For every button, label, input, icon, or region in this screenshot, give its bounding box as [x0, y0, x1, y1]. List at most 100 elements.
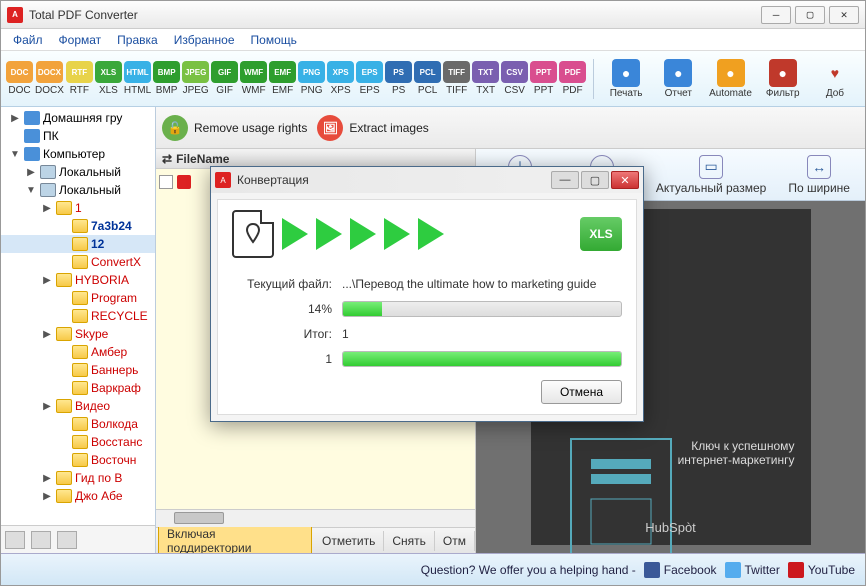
tree-label: ПК — [43, 129, 59, 143]
tab-uncheck[interactable]: Снять — [384, 531, 435, 551]
youtube-icon — [788, 562, 804, 578]
checkbox-icon[interactable] — [159, 175, 173, 189]
tree-node[interactable]: Волкода — [1, 415, 155, 433]
tree-node[interactable]: 12 — [1, 235, 155, 253]
extract-images-button[interactable]: 🖼 Extract images — [317, 115, 428, 141]
tree-node[interactable]: ▶Локальный — [1, 163, 155, 181]
format-rtf[interactable]: RTFRTF — [66, 61, 93, 96]
format-png[interactable]: PNGPNG — [298, 61, 325, 96]
horizontal-scrollbar[interactable] — [156, 509, 475, 527]
format-badge-icon: PNG — [298, 61, 325, 83]
format-ps[interactable]: PSPS — [385, 61, 412, 96]
tree-node[interactable]: ▶Гид по В — [1, 469, 155, 487]
app-icon: A — [7, 7, 23, 23]
tool-печать[interactable]: ●Печать — [602, 59, 650, 99]
tool-фильтр[interactable]: ●Фильтр — [759, 59, 807, 99]
format-html[interactable]: HTMLHTML — [124, 61, 151, 96]
format-jpeg[interactable]: JPEGJPEG — [182, 61, 209, 96]
format-csv[interactable]: CSVCSV — [501, 61, 528, 96]
actual-size-icon: ▭ — [699, 155, 723, 179]
expand-icon[interactable]: ▶ — [41, 401, 53, 412]
tree-body[interactable]: ▶Домашняя гру ПК ▼ Компьютер ▶Локальный▼Лока… — [1, 107, 155, 525]
expand-icon[interactable]: ▶ — [41, 491, 53, 502]
tree-node[interactable]: ConvertX — [1, 253, 155, 271]
actual-size-button[interactable]: ▭Актуальный размер — [656, 155, 766, 195]
format-bmp[interactable]: BMPBMP — [153, 61, 180, 96]
format-doc[interactable]: DOCDOC — [6, 61, 33, 96]
menu-favorites[interactable]: Избранное — [166, 31, 243, 49]
tree-node[interactable]: ▶Домашняя гру — [1, 109, 155, 127]
expand-icon[interactable]: ▶ — [9, 113, 21, 124]
tab-mark[interactable]: Отм — [435, 531, 475, 551]
menu-file[interactable]: Файл — [5, 31, 51, 49]
menubar: Файл Формат Правка Избранное Помощь — [1, 29, 865, 51]
tree-node[interactable]: ПК — [1, 127, 155, 145]
dialog-titlebar: A Конвертация — ▢ ✕ — [211, 167, 643, 193]
tree-node[interactable]: Амбер — [1, 343, 155, 361]
dialog-close-button[interactable]: ✕ — [611, 171, 639, 189]
expand-icon[interactable]: ▶ — [25, 167, 37, 178]
tree-tool-icon[interactable] — [5, 531, 25, 549]
format-docx[interactable]: DOCXDOCX — [35, 61, 64, 96]
scroll-thumb[interactable] — [174, 512, 224, 524]
format-pcl[interactable]: PCLPCL — [414, 61, 441, 96]
folder-icon — [72, 309, 88, 323]
format-tiff[interactable]: TIFFTIFF — [443, 61, 470, 96]
tree-node[interactable]: Program — [1, 289, 155, 307]
close-button[interactable]: ✕ — [829, 6, 859, 24]
format-gif[interactable]: GIFGIF — [211, 61, 238, 96]
format-eps[interactable]: EPSEPS — [356, 61, 383, 96]
format-wmf[interactable]: WMFWMF — [240, 61, 267, 96]
facebook-link[interactable]: Facebook — [644, 562, 717, 578]
tree-node[interactable]: Восточн — [1, 451, 155, 469]
expand-icon[interactable]: ▶ — [41, 473, 53, 484]
remove-rights-label: Remove usage rights — [194, 121, 307, 135]
tree-node[interactable]: ▼ Компьютер — [1, 145, 155, 163]
expand-icon[interactable]: ▶ — [41, 275, 53, 286]
format-label: XLS — [99, 85, 118, 96]
tree-node[interactable]: ▶Джо Абе — [1, 487, 155, 505]
expand-icon[interactable]: ▼ — [25, 185, 37, 196]
menu-edit[interactable]: Правка — [109, 31, 166, 49]
tree-node[interactable]: ▶Skype — [1, 325, 155, 343]
like-button[interactable]: ♥Доб — [811, 59, 859, 99]
dialog-maximize-button[interactable]: ▢ — [581, 171, 609, 189]
dialog-minimize-button[interactable]: — — [551, 171, 579, 189]
format-emf[interactable]: EMFEMF — [269, 61, 296, 96]
format-ppt[interactable]: PPTPPT — [530, 61, 557, 96]
minimize-button[interactable]: — — [761, 6, 791, 24]
tree-node[interactable]: Варкраф — [1, 379, 155, 397]
arrow-icon — [316, 218, 342, 250]
menu-format[interactable]: Формат — [51, 31, 110, 49]
tree-tool-icon[interactable] — [31, 531, 51, 549]
tree-node[interactable]: ▶1 — [1, 199, 155, 217]
cancel-button[interactable]: Отмена — [541, 380, 622, 404]
twitter-link[interactable]: Twitter — [725, 562, 780, 578]
expand-icon[interactable]: ▶ — [41, 203, 53, 214]
tree-node[interactable]: Баннерь — [1, 361, 155, 379]
tab-check[interactable]: Отметить — [314, 531, 384, 551]
expand-icon[interactable]: ▶ — [41, 329, 53, 340]
format-xps[interactable]: XPSXPS — [327, 61, 354, 96]
tree-node[interactable]: ▶HYBORIA — [1, 271, 155, 289]
format-xls[interactable]: XLSXLS — [95, 61, 122, 96]
tool-отчет[interactable]: ●Отчет — [654, 59, 702, 99]
tool-automate[interactable]: ●Automate — [706, 59, 754, 99]
tree-node[interactable]: ▶Видео — [1, 397, 155, 415]
tree-node[interactable]: RECYCLE — [1, 307, 155, 325]
tree-node[interactable]: 7a3b24 — [1, 217, 155, 235]
youtube-link[interactable]: YouTube — [788, 562, 855, 578]
expand-icon[interactable]: ▼ — [9, 149, 21, 160]
menu-help[interactable]: Помощь — [243, 31, 305, 49]
folder-icon — [72, 219, 88, 233]
format-txt[interactable]: TXTTXT — [472, 61, 499, 96]
tree-tool-icon[interactable] — [57, 531, 77, 549]
tree-node[interactable]: Восстанс — [1, 433, 155, 451]
fit-width-button[interactable]: ↔По ширине — [788, 155, 850, 195]
tree-node[interactable]: ▼Локальный — [1, 181, 155, 199]
action-bar: 🔓 Remove usage rights 🖼 Extract images — [156, 107, 865, 149]
maximize-button[interactable]: ▢ — [795, 6, 825, 24]
format-pdf[interactable]: PDFPDF — [559, 61, 586, 96]
remove-rights-button[interactable]: 🔓 Remove usage rights — [162, 115, 307, 141]
tree-label: Компьютер — [43, 147, 105, 161]
